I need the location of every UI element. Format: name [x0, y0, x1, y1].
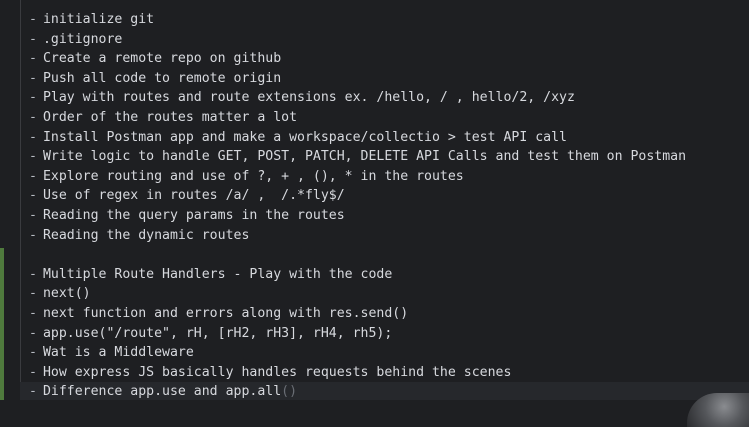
empty-line[interactable] — [29, 245, 749, 265]
bullet-dash: - — [29, 129, 37, 145]
line-text: Install Postman app and make a workspace… — [42, 129, 567, 145]
bullet-dash: - — [29, 168, 37, 184]
editor-line[interactable]: - next function and errors along with res… — [29, 304, 749, 324]
editor-line[interactable]: - Multiple Route Handlers - Play with the… — [29, 265, 749, 285]
line-text: app.use("/route", rH, [rH2, rH3], rH4, r… — [42, 325, 393, 341]
line-text: Difference app.use and app.all — [42, 384, 282, 400]
bullet-dash: - — [29, 266, 37, 282]
bullet-dash: - — [29, 188, 37, 204]
editor-line[interactable]: - Order of the routes matter a lot — [29, 108, 749, 128]
bullet-dash: - — [29, 227, 37, 243]
editor-line[interactable]: - Wat is a Middleware — [29, 343, 749, 363]
editor-line[interactable]: - Reading the dynamic routes — [29, 226, 749, 246]
bullet-dash: - — [29, 345, 37, 361]
line-text: Use of regex in routes /a/ , /.*fly$/ — [42, 188, 345, 204]
bullet-dash: - — [29, 70, 37, 86]
line-text: initialize git — [42, 12, 155, 27]
line-text: Write logic to handle GET, POST, PATCH, … — [42, 149, 687, 165]
line-text: Order of the routes matter a lot — [42, 109, 298, 125]
bottom-empty-area — [0, 400, 749, 427]
line-text: Reading the query params in the routes — [42, 207, 345, 223]
bullet-dash: - — [29, 286, 37, 302]
bullet-dash: - — [29, 207, 37, 223]
bullet-dash: - — [29, 305, 37, 321]
editor-line[interactable]: - app.use("/route", rH, [rH2, rH3], rH4, … — [29, 324, 749, 344]
autocomplete-paren-hint: () — [281, 384, 298, 400]
editor-line[interactable]: - Write logic to handle GET, POST, PATCH,… — [29, 147, 749, 167]
bullet-dash: - — [29, 31, 37, 47]
editor-line[interactable]: - Create a remote repo on github — [29, 49, 749, 69]
editor-lines[interactable]: - initialize git - .gitignore - Create a re… — [20, 10, 749, 402]
bullet-dash: - — [29, 51, 37, 67]
code-editor[interactable]: - initialize git - .gitignore - Create a re… — [0, 0, 749, 427]
line-text: Reading the dynamic routes — [42, 227, 250, 243]
line-text: Push all code to remote origin — [42, 70, 282, 86]
line-text: Explore routing and use of ?, + , (), * … — [42, 168, 464, 184]
bullet-dash: - — [29, 90, 37, 106]
bullet-dash: - — [29, 384, 37, 400]
line-text: Multiple Route Handlers - Play with the … — [42, 266, 393, 282]
editor-line[interactable]: - Reading the query params in the routes — [29, 206, 749, 226]
line-text: next() — [42, 286, 91, 302]
editor-line[interactable]: - initialize git — [29, 10, 749, 30]
line-text: .gitignore — [42, 31, 123, 47]
editor-line[interactable]: - Install Postman app and make a workspac… — [29, 128, 749, 148]
editor-line[interactable]: - Push all code to remote origin — [29, 69, 749, 89]
change-marker — [0, 248, 4, 400]
editor-line[interactable]: - Play with routes and route extensions e… — [29, 88, 749, 108]
line-text: How express JS basically handles request… — [42, 364, 512, 380]
bullet-dash: - — [29, 109, 37, 125]
editor-line[interactable]: - Use of regex in routes /a/ , /.*fly$/ — [29, 186, 749, 206]
active-editor-line[interactable]: - Difference app.use and app.all() — [20, 382, 749, 402]
gutter-divider — [20, 0, 21, 400]
bullet-dash: - — [29, 12, 37, 27]
bullet-dash: - — [29, 149, 37, 165]
line-text: next function and errors along with res.… — [42, 305, 409, 321]
editor-line[interactable]: - next() — [29, 284, 749, 304]
line-text: Wat is a Middleware — [42, 345, 194, 361]
editor-line[interactable]: - Explore routing and use of ?, + , (), *… — [29, 167, 749, 187]
editor-line[interactable]: - How express JS basically handles reques… — [29, 363, 749, 383]
bullet-dash: - — [29, 364, 37, 380]
editor-line[interactable]: - .gitignore — [29, 30, 749, 50]
line-text: Create a remote repo on github — [42, 51, 282, 67]
bullet-dash: - — [29, 325, 37, 341]
line-text: Play with routes and route extensions ex… — [42, 90, 575, 106]
